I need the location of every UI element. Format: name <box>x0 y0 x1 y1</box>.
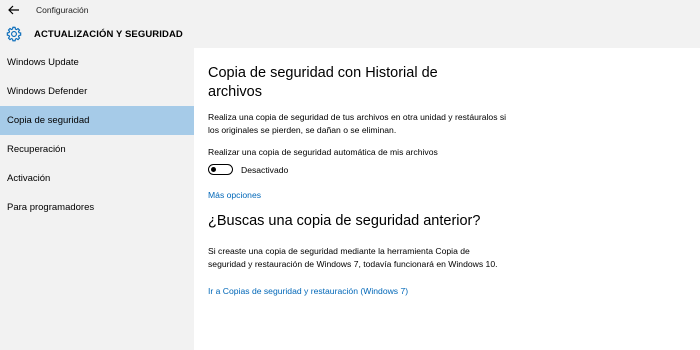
gear-icon <box>5 25 23 43</box>
settings-window: Configuración ACTUALIZACIÓN Y SEGURIDAD … <box>0 0 700 350</box>
sidebar-item-label: Copia de seguridad <box>7 115 90 126</box>
title-bar: Configuración <box>0 0 700 20</box>
auto-backup-toggle[interactable] <box>208 164 233 175</box>
auto-backup-toggle-row: Desactivado <box>208 164 288 175</box>
toggle-state-label: Desactivado <box>241 164 289 175</box>
sidebar-item-label: Recuperación <box>7 144 66 155</box>
sidebar-item-label: Windows Defender <box>7 86 88 97</box>
sidebar-item-developers[interactable]: Para programadores <box>0 193 194 222</box>
older-backup-heading: ¿Buscas una copia de seguridad anterior? <box>208 213 481 229</box>
auto-backup-label: Realizar una copia de seguridad automáti… <box>208 147 438 157</box>
older-backup-description: Si creaste una copia de seguridad median… <box>208 246 498 269</box>
sidebar-item-label: Para programadores <box>7 202 95 213</box>
page-title: ACTUALIZACIÓN Y SEGURIDAD <box>34 28 183 40</box>
sidebar: Windows Update Windows Defender Copia de… <box>0 48 194 350</box>
sidebar-item-label: Windows Update <box>7 57 79 68</box>
more-options-link[interactable]: Más opciones <box>208 190 261 200</box>
sidebar-item-activation[interactable]: Activación <box>0 164 194 193</box>
back-button[interactable] <box>0 0 28 20</box>
arrow-left-icon <box>8 5 19 15</box>
sidebar-item-label: Activación <box>7 173 51 184</box>
page-header: ACTUALIZACIÓN Y SEGURIDAD <box>0 20 700 48</box>
toggle-knob <box>211 166 216 172</box>
section-description: Realiza una copia de seguridad de tus ar… <box>208 112 507 135</box>
window-title: Configuración <box>36 5 89 15</box>
sidebar-item-recovery[interactable]: Recuperación <box>0 135 194 164</box>
backup-restore-link[interactable]: Ir a Copias de seguridad y restauración … <box>208 286 408 296</box>
sidebar-item-windows-update[interactable]: Windows Update <box>0 48 194 77</box>
sidebar-item-backup[interactable]: Copia de seguridad <box>0 106 194 135</box>
section-heading: Copia de seguridad con Historial de arch… <box>208 65 438 100</box>
sidebar-item-windows-defender[interactable]: Windows Defender <box>0 77 194 106</box>
main-content: Copia de seguridad con Historial de arch… <box>194 48 700 350</box>
